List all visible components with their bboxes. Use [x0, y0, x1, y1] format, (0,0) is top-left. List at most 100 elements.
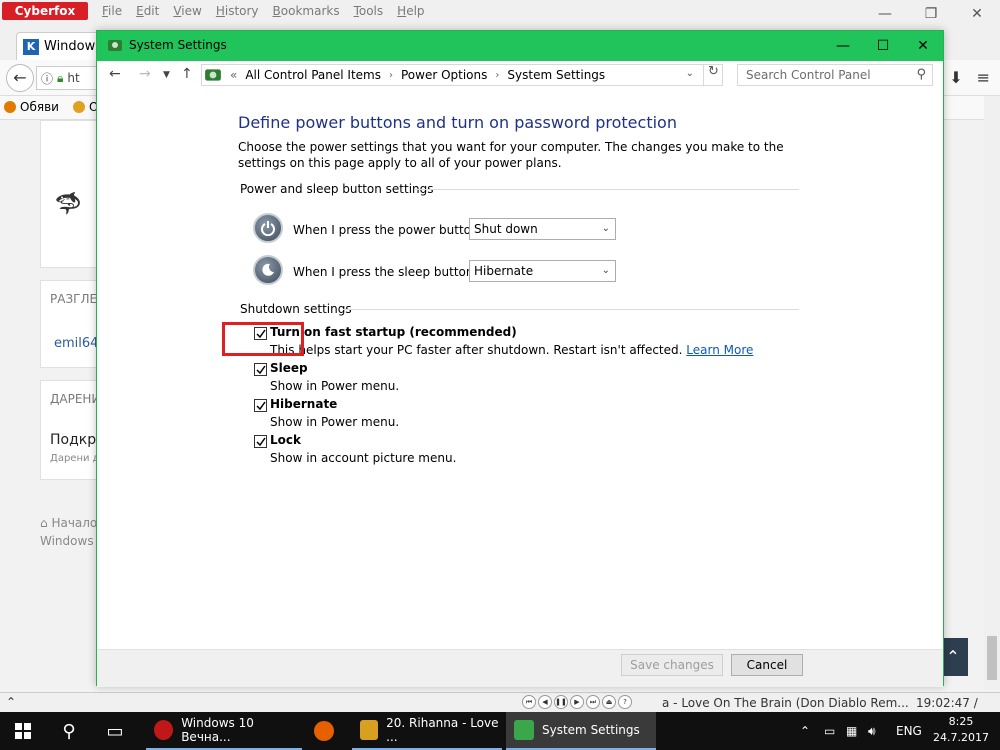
footer-link[interactable]: Windows: [40, 534, 94, 548]
taskbar: ⚲ ▭ Windows 10 Вечна... 20. Rihanna - Lo…: [0, 712, 1000, 750]
start-button[interactable]: [0, 712, 46, 750]
control-panel-icon: [205, 69, 221, 81]
volume-icon[interactable]: 🔊︎: [868, 724, 876, 739]
browser-minimize-button[interactable]: —: [862, 0, 908, 28]
clock-date: 24.7.2017 г.: [933, 731, 989, 750]
task-view-icon[interactable]: ▭: [92, 712, 138, 750]
footer-home-link[interactable]: ⌂ Начало: [40, 516, 97, 530]
back-arrow-icon[interactable]: ←: [109, 66, 121, 82]
download-icon[interactable]: ⬇: [949, 68, 962, 87]
chevron-right-icon[interactable]: ›: [495, 70, 499, 81]
media-last-icon[interactable]: ⏭: [586, 695, 600, 709]
maximize-button[interactable]: ☐: [863, 31, 903, 61]
close-button[interactable]: ✕: [903, 31, 943, 61]
breadcrumb-overflow[interactable]: «: [230, 68, 237, 82]
group-label-shutdown: Shutdown settings: [240, 302, 352, 316]
menu-file[interactable]: File: [102, 4, 122, 18]
chevron-down-icon[interactable]: ⌄: [686, 68, 694, 79]
power-button-label: When I press the power button:: [293, 223, 483, 237]
info-icon[interactable]: ⓘ: [41, 70, 53, 87]
taskbar-app-cyberfox[interactable]: Windows 10 Вечна...: [146, 712, 302, 750]
lock-icon: 🔒︎: [57, 70, 64, 85]
clock-time: 8:25: [948, 715, 974, 728]
taskbar-app-player[interactable]: 20. Rihanna - Love ...: [352, 712, 502, 750]
forward-arrow-icon[interactable]: →: [139, 66, 151, 82]
search-icon[interactable]: ⚲: [46, 712, 92, 750]
browser-back-button[interactable]: ←: [6, 64, 34, 92]
music-player-icon: [360, 720, 379, 740]
show-hidden-icons-icon[interactable]: ⌃: [800, 724, 810, 738]
group-label-power-sleep: Power and sleep button settings: [240, 182, 434, 196]
media-info-icon[interactable]: ?: [618, 695, 632, 709]
page-description: Choose the power settings that you want …: [238, 140, 784, 170]
firefox-icon: [314, 721, 334, 741]
browser-menubar: File Edit View History Bookmarks Tools H…: [102, 4, 425, 18]
save-changes-button[interactable]: Save changes: [621, 654, 723, 676]
media-prev-icon[interactable]: ◀: [538, 695, 552, 709]
browser-close-button[interactable]: ✕: [954, 0, 1000, 28]
hibernate-label[interactable]: Hibernate: [270, 397, 337, 411]
menu-history[interactable]: History: [216, 4, 259, 18]
lock-label[interactable]: Lock: [270, 433, 301, 447]
media-eject-icon[interactable]: ⏏: [602, 695, 616, 709]
search-icon[interactable]: ⚲: [916, 67, 926, 82]
media-track-title: a - Love On The Brain (Don Diablo Rem...: [662, 696, 909, 710]
search-input[interactable]: Search Control Panel ⚲: [737, 64, 933, 86]
sleep-label[interactable]: Sleep: [270, 361, 308, 375]
browser-restore-button[interactable]: ❐: [908, 0, 954, 28]
taskbar-app-system-settings[interactable]: System Settings: [506, 712, 656, 750]
lock-description: Show in account picture menu.: [270, 451, 457, 465]
page-small-text: Дарени д: [50, 453, 100, 464]
cyberfox-menu-button[interactable]: Cyberfox: [2, 2, 88, 20]
media-expand-icon[interactable]: ⌃: [6, 695, 16, 709]
bookmark-item[interactable]: Обяви О: [4, 100, 98, 114]
media-pause-icon[interactable]: ❚❚: [554, 695, 568, 709]
clock[interactable]: 8:25 24.7.2017 г.: [930, 714, 992, 750]
page-scrollbar[interactable]: [984, 96, 1000, 690]
breadcrumb-item[interactable]: System Settings: [507, 68, 605, 82]
media-next-icon[interactable]: ▶: [570, 695, 584, 709]
cancel-button[interactable]: Cancel: [731, 654, 803, 676]
menu-view[interactable]: View: [173, 4, 201, 18]
media-first-icon[interactable]: ⏮: [522, 695, 536, 709]
menu-edit[interactable]: Edit: [136, 4, 159, 18]
tab-favicon-icon: K: [23, 38, 39, 55]
menu-tools[interactable]: Tools: [354, 4, 384, 18]
battery-icon[interactable]: ▭: [824, 724, 835, 738]
control-panel-icon: [514, 720, 534, 740]
menu-help[interactable]: Help: [397, 4, 424, 18]
recent-locations-icon[interactable]: ▼: [163, 70, 170, 80]
hamburger-menu-icon[interactable]: ≡: [977, 68, 990, 87]
chevron-down-icon: ⌄: [601, 223, 610, 234]
sleep-button-select[interactable]: Hibernate ⌄: [469, 260, 616, 282]
refresh-icon[interactable]: ↻: [703, 64, 723, 86]
chevron-right-icon[interactable]: ›: [389, 70, 393, 81]
home-icon: ⌂: [40, 516, 52, 530]
window-titlebar[interactable]: System Settings — ☐ ✕: [97, 31, 943, 61]
menu-bookmarks[interactable]: Bookmarks: [273, 4, 340, 18]
bookmark-icon: [4, 101, 16, 113]
media-bar: ⌃ ⏮ ◀ ❚❚ ▶ ⏭ ⏏ ? a - Love On The Brain (…: [0, 692, 1000, 724]
minimize-button[interactable]: —: [823, 31, 863, 61]
sleep-checkbox[interactable]: [254, 363, 267, 376]
browser-titlebar: Cyberfox File Edit View History Bookmark…: [0, 0, 1000, 28]
sleep-description: Show in Power menu.: [270, 379, 400, 393]
address-bar[interactable]: « All Control Panel Items › Power Option…: [201, 64, 723, 86]
lock-checkbox[interactable]: [254, 435, 267, 448]
breadcrumb-item[interactable]: Power Options: [401, 68, 487, 82]
hibernate-checkbox[interactable]: [254, 399, 267, 412]
network-icon[interactable]: ▦: [846, 724, 857, 738]
user-link[interactable]: emil64: [54, 336, 98, 351]
url-text: ht: [67, 71, 80, 85]
up-arrow-icon[interactable]: ↑: [181, 66, 193, 82]
sleep-button-icon: [253, 255, 283, 285]
avatar: 🦈︎: [54, 192, 82, 217]
page-heading: ДАРЕНИ: [50, 392, 101, 406]
fast-startup-label[interactable]: Turn on fast startup (recommended): [270, 325, 517, 339]
learn-more-link[interactable]: Learn More: [686, 343, 753, 357]
power-button-select[interactable]: Shut down ⌄: [469, 218, 616, 240]
language-indicator[interactable]: ENG: [896, 724, 922, 738]
page-scrollbar-thumb[interactable]: [987, 636, 997, 680]
taskbar-app-firefox[interactable]: [306, 712, 346, 750]
breadcrumb-item[interactable]: All Control Panel Items: [245, 68, 381, 82]
